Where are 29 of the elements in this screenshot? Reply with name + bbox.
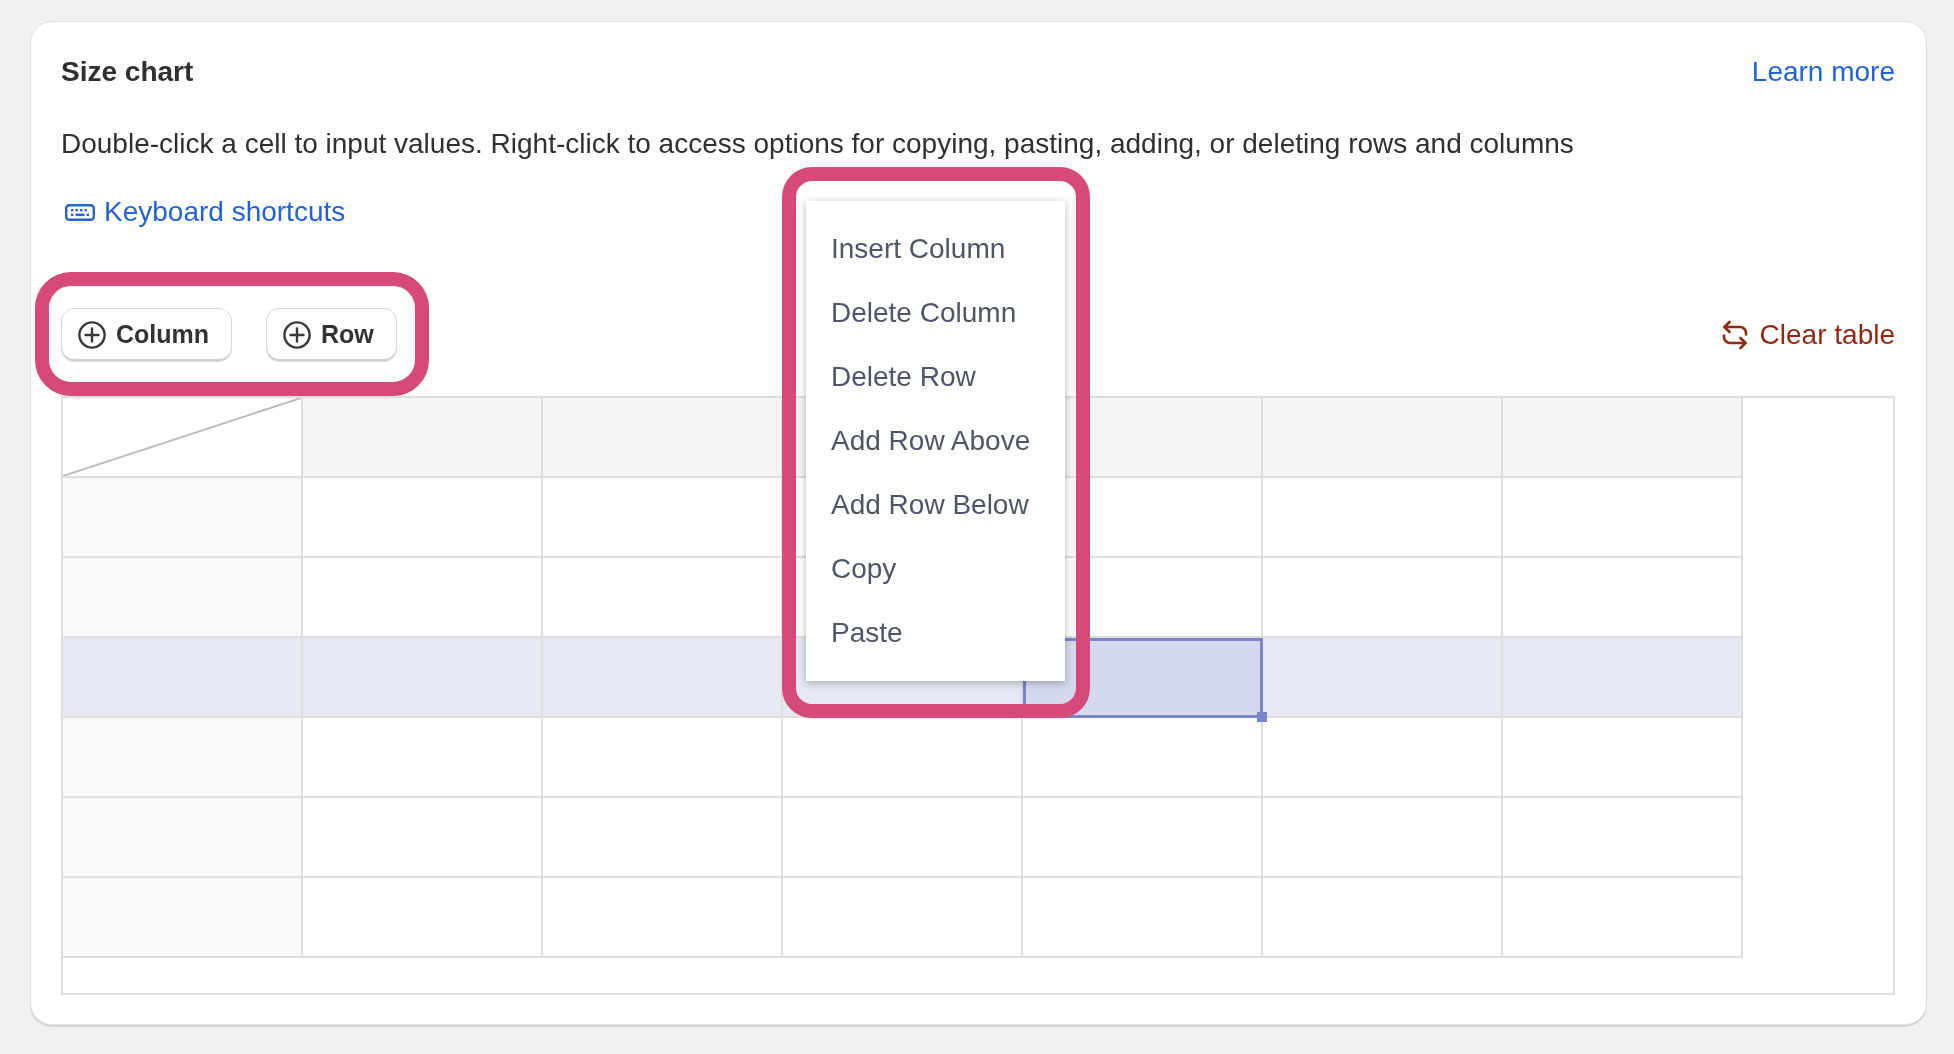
column-header-cell[interactable] [303, 398, 543, 478]
column-header-cell[interactable] [543, 398, 783, 478]
column-header-cell[interactable] [1503, 398, 1743, 478]
row-header-cell[interactable] [63, 798, 303, 878]
menu-item[interactable]: Add Row Above [806, 409, 1065, 473]
keyboard-shortcuts-link[interactable]: Keyboard shortcuts [61, 195, 346, 229]
row-header-cell[interactable] [63, 478, 303, 558]
menu-item[interactable]: Delete Row [806, 345, 1065, 409]
swap-arrows-icon [1720, 320, 1749, 350]
plus-circle-icon [283, 321, 312, 349]
menu-item[interactable]: Copy [806, 537, 1065, 601]
plus-circle-icon [78, 321, 106, 349]
add-button[interactable]: Row [266, 308, 397, 362]
row-header-cell[interactable] [63, 718, 303, 798]
fill-handle[interactable] [1257, 712, 1267, 722]
row-header-cell[interactable] [63, 878, 303, 958]
row-header-cell[interactable] [63, 558, 303, 638]
column-header-cell[interactable] [1263, 398, 1503, 478]
menu-item[interactable]: Paste [806, 601, 1065, 665]
row-header-cell[interactable] [63, 638, 303, 718]
menu-item[interactable]: Add Row Below [806, 473, 1065, 537]
instructions-text: Double-click a cell to input values. Right-click to access options for copying, pasting, adding, or deleting rows and columns [61, 127, 1575, 161]
card-title: Size chart [61, 55, 194, 89]
learn-more-link[interactable]: Learn more [1751, 55, 1895, 89]
add-button[interactable]: Column [61, 308, 233, 362]
menu-item[interactable]: Delete Column [806, 281, 1065, 345]
clear-table-button[interactable]: Clear table [1720, 318, 1895, 352]
menu-item[interactable]: Insert Column [806, 217, 1065, 281]
keyboard-icon [65, 203, 95, 221]
